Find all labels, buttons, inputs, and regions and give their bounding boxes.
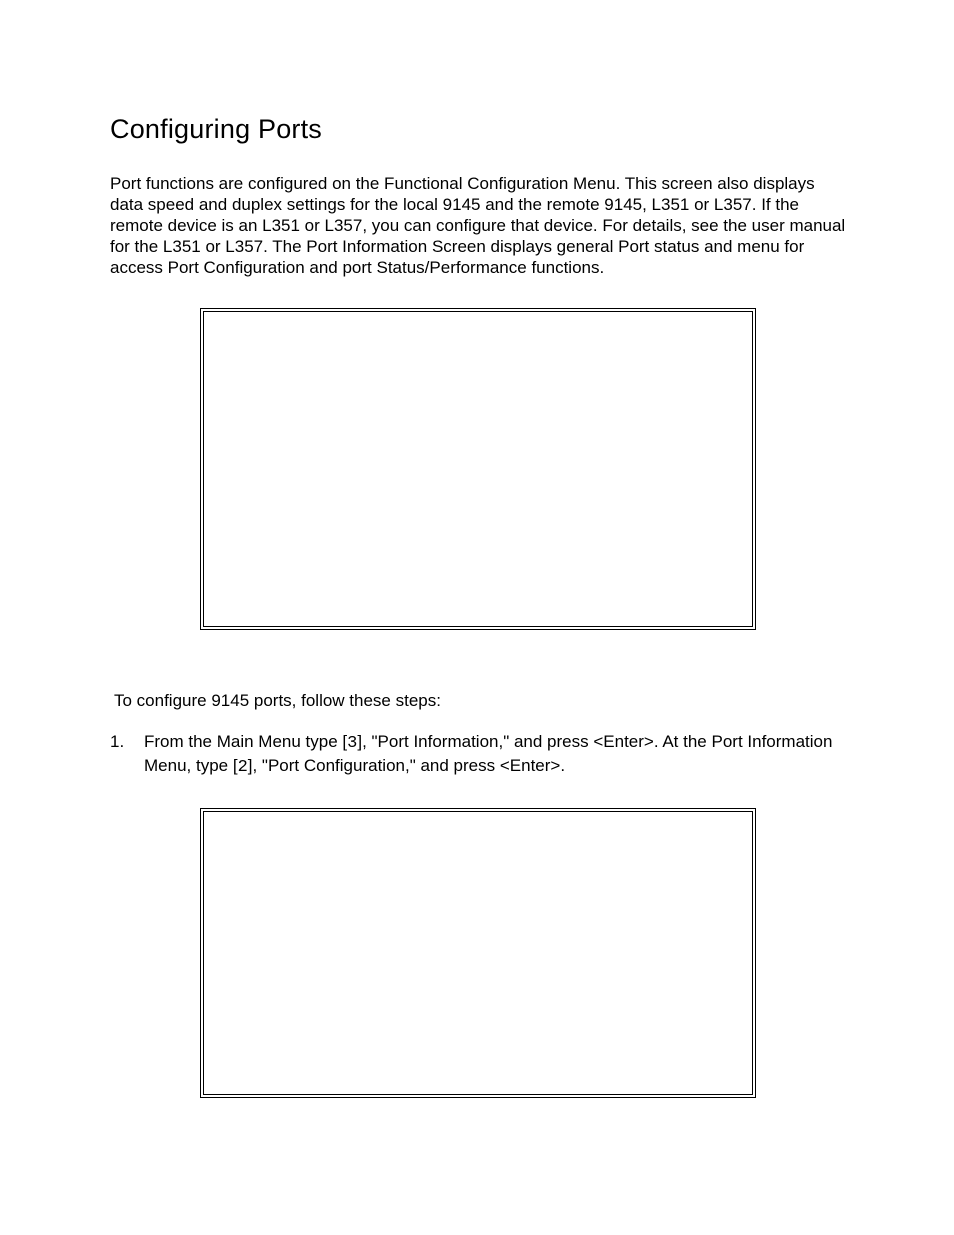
list-item: 1. From the Main Menu type [3], "Port In… <box>110 731 846 777</box>
steps-intro: To configure 9145 ports, follow these st… <box>114 690 846 711</box>
page-title: Configuring Ports <box>110 114 846 145</box>
step-list: 1. From the Main Menu type [3], "Port In… <box>110 731 846 777</box>
screenshot-placeholder-2-wrap <box>110 808 846 1098</box>
step-text-suffix: ], "Port Configuration," and press <Ente… <box>248 756 565 775</box>
document-page: Configuring Ports Port functions are con… <box>0 0 954 1235</box>
step-text-prefix: From the Main Menu type [ <box>144 732 347 751</box>
screenshot-placeholder-1 <box>200 308 756 630</box>
screenshot-placeholder-2 <box>200 808 756 1098</box>
intro-paragraph: Port functions are configured on the Fun… <box>110 173 846 278</box>
screenshot-placeholder-1-wrap <box>110 308 846 630</box>
step-text: From the Main Menu type [3], "Port Infor… <box>144 731 846 777</box>
step-number: 1. <box>110 731 144 777</box>
step-text-code2: 2 <box>238 758 248 777</box>
step-text-code1: 3 <box>347 734 357 753</box>
